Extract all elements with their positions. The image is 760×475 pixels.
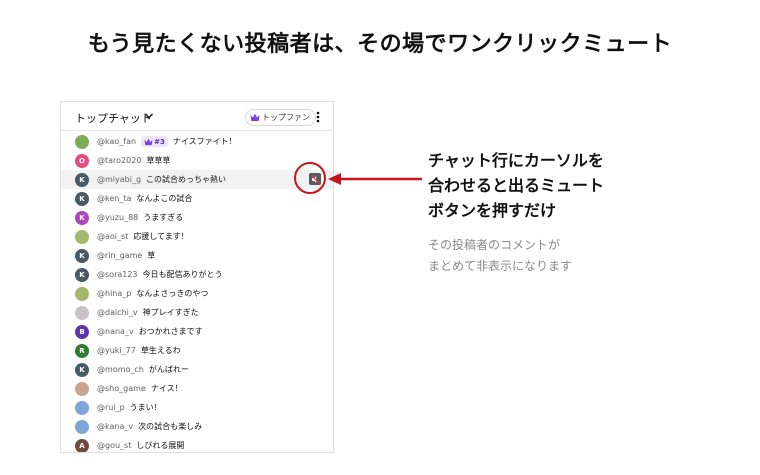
message-text: 今日も配信ありがとう (142, 270, 223, 279)
message-text: うまい！ (129, 403, 162, 412)
chat-message-row[interactable]: @kana_v 次の試合も楽しみ (61, 417, 333, 436)
message-text: うますぎる (143, 213, 184, 222)
chat-message-row[interactable]: @daichi_v 神プレイすぎた (61, 303, 333, 322)
avatar: R (75, 343, 89, 358)
avatar (75, 229, 89, 244)
chat-message-row[interactable]: K @miyabi_g この試合めっちゃ熱い (61, 170, 333, 189)
chat-message-row[interactable]: @hina_p なんよさっきのやつ (61, 284, 333, 303)
author-name[interactable]: @hina_p (97, 289, 131, 298)
avatar: K (75, 362, 89, 377)
callout-title-line: チャット行にカーソルを (428, 151, 604, 170)
chat-header: トップチャット トップファン (61, 102, 333, 131)
mute-button-highlight-ring (294, 162, 326, 194)
author-name[interactable]: @nana_v (97, 327, 134, 336)
message-text: ナイスファイト！ (172, 137, 237, 146)
kebab-menu-icon[interactable] (312, 110, 324, 124)
message-text: 草 (147, 251, 156, 260)
rank-badge: #3 (141, 136, 168, 147)
chat-message-row[interactable]: B @nana_v おつかれさまです (61, 322, 333, 341)
chat-message-row[interactable]: @sho_game ナイス！ (61, 379, 333, 398)
crown-icon (144, 138, 153, 145)
avatar: K (75, 248, 89, 263)
chat-message-row[interactable]: K @ken_ta なんよこの試合 (61, 189, 333, 208)
chat-message-row[interactable]: K @momo_ch がんばれー (61, 360, 333, 379)
callout-title-line: 合わせると出るミュート (428, 176, 605, 195)
author-name[interactable]: @aoi_st (97, 232, 128, 241)
avatar (75, 286, 89, 301)
author-name[interactable]: @rin_game (97, 251, 142, 260)
message-text: がんばれー (148, 365, 189, 374)
headline: もう見たくない投稿者は、その場でワンクリックミュート (87, 32, 673, 57)
author-name[interactable]: @rui_p (97, 403, 125, 412)
chat-message-row[interactable]: @aoi_st 応援してます！ (61, 227, 333, 246)
chat-message-list: @kao_fan #3 ナイスファイト！ O @taro2020 草草草 K @miyabi_… (61, 132, 333, 452)
author-name[interactable]: @yuzu_88 (97, 213, 138, 222)
chat-panel: トップチャット トップファン @kao_fan #3 ナイスファイト！ O @taro2… (60, 101, 334, 453)
chat-message-row[interactable]: K @sora123 今日も配信ありがとう (61, 265, 333, 284)
chat-mode-selector[interactable]: トップチャット (75, 110, 152, 126)
message-text: 草生えるわ (140, 346, 181, 355)
message-text: なんよこの試合 (136, 194, 193, 203)
callout-description: その投稿者のコメントが まとめて非表示になります (428, 235, 678, 277)
chat-message-row[interactable]: @kao_fan #3 ナイスファイト！ (61, 132, 333, 151)
author-name[interactable]: @gou_st (97, 441, 131, 450)
message-text: ナイス！ (150, 384, 183, 393)
message-text: 草草草 (146, 156, 171, 165)
avatar: K (75, 210, 89, 225)
callout-title: チャット行にカーソルを 合わせると出るミュート ボタンを押すだけ (428, 148, 678, 223)
author-name[interactable]: @momo_ch (97, 365, 144, 374)
avatar: K (75, 267, 89, 282)
top-fan-filter-badge[interactable]: トップファン (245, 109, 316, 126)
message-text: 次の試合も楽しみ (138, 422, 203, 431)
chat-message-row[interactable]: K @yuzu_88 うますぎる (61, 208, 333, 227)
author-name[interactable]: @sho_game (97, 384, 146, 393)
chat-message-row[interactable]: R @yuki_77 草生えるわ (61, 341, 333, 360)
author-name[interactable]: @kao_fan (97, 137, 136, 146)
message-text: しびれる展開 (136, 441, 185, 450)
author-name[interactable]: @sora123 (97, 270, 138, 279)
callout-title-line: ボタンを押すだけ (428, 201, 557, 220)
crown-icon (250, 113, 260, 121)
message-text: 応援してます！ (133, 232, 189, 241)
callout-description-line: その投稿者のコメントが (428, 238, 561, 252)
author-name[interactable]: @taro2020 (97, 156, 141, 165)
avatar: B (75, 324, 89, 339)
avatar (75, 134, 89, 149)
avatar (75, 400, 89, 415)
author-name[interactable]: @miyabi_g (97, 175, 141, 184)
callout-arrow (328, 173, 422, 185)
chat-message-row[interactable]: @rui_p うまい！ (61, 398, 333, 417)
message-text: この試合めっちゃ熱い (146, 175, 227, 184)
top-fan-filter-label: トップファン (262, 113, 310, 122)
author-name[interactable]: @daichi_v (97, 308, 138, 317)
avatar: K (75, 172, 89, 187)
avatar (75, 419, 89, 434)
message-text: おつかれさまです (138, 327, 203, 336)
author-name[interactable]: @yuki_77 (97, 346, 136, 355)
chat-message-row[interactable]: O @taro2020 草草草 (61, 151, 333, 170)
avatar: A (75, 438, 89, 452)
rank-label: #3 (154, 137, 165, 146)
chat-message-row[interactable]: K @rin_game 草 (61, 246, 333, 265)
author-name[interactable]: @ken_ta (97, 194, 131, 203)
message-text: なんよさっきのやつ (136, 289, 209, 298)
author-name[interactable]: @kana_v (97, 422, 133, 431)
avatar (75, 305, 89, 320)
callout-description-line: まとめて非表示になります (428, 259, 573, 273)
avatar: K (75, 191, 89, 206)
avatar: O (75, 153, 89, 168)
chat-message-row[interactable]: A @gou_st しびれる展開 (61, 436, 333, 452)
message-text: 神プレイすぎた (142, 308, 199, 317)
chevron-down-icon[interactable] (144, 111, 154, 121)
avatar (75, 381, 89, 396)
